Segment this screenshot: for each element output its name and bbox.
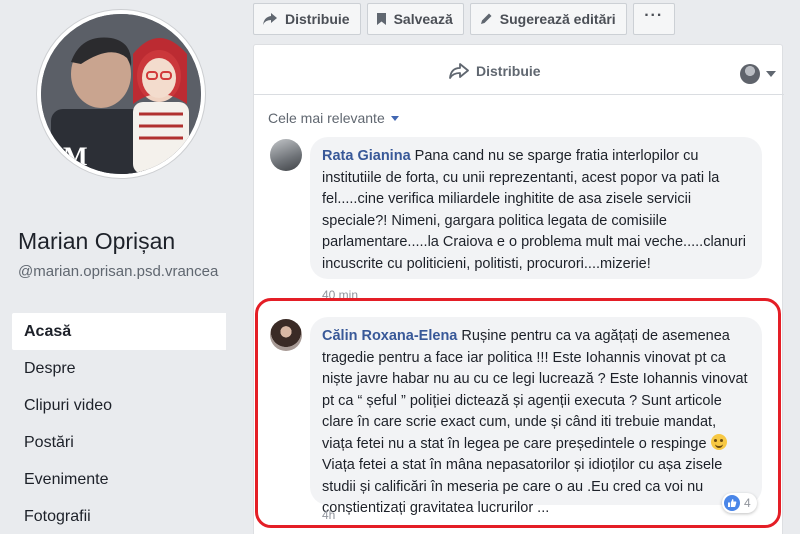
commenter-avatar[interactable]	[270, 139, 302, 171]
post-as-selector[interactable]	[740, 64, 776, 84]
comment-timestamp[interactable]: 4h	[322, 508, 335, 522]
comment-text: Pana cand nu se sparge fratia interlopil…	[322, 148, 746, 272]
comment-author[interactable]: Călin Roxana-Elena	[322, 328, 457, 344]
comment-sort-dropdown[interactable]: Cele mai relevante	[268, 110, 399, 126]
suggest-edits-label: Sugerează editări	[499, 11, 616, 27]
pencil-icon	[479, 12, 493, 26]
more-options-button[interactable]: ···	[632, 3, 675, 35]
commenter-avatar[interactable]	[270, 319, 302, 351]
reaction-count: 4	[744, 496, 751, 510]
avatar-monogram: M	[63, 142, 88, 171]
post-card: Distribuie Cele mai relevante Rata Giani…	[253, 44, 784, 534]
reaction-summary[interactable]: 4	[722, 493, 757, 513]
nav-item-clipuri-video[interactable]: Clipuri video	[12, 387, 226, 424]
page-sidebar: M Marian Oprișan @marian.oprisan.psd.vra…	[0, 0, 240, 534]
comment-sort-label: Cele mai relevante	[268, 110, 385, 126]
avatar: M	[41, 14, 201, 174]
nav-item-postari[interactable]: Postări	[12, 424, 226, 461]
comment-bubble: Călin Roxana-Elena Rușine pentru ca va a…	[310, 317, 762, 516]
post-share-button[interactable]: Distribuie	[449, 63, 541, 79]
post-actions-bar: Distribuie Salvează Sugerează editări ··…	[253, 3, 675, 35]
page-nav: Acasă Despre Clipuri video Postări Eveni…	[12, 313, 226, 534]
page-handle: @marian.oprisan.psd.vrancea	[18, 263, 219, 280]
save-button-label: Salvează	[393, 11, 453, 27]
nav-item-fotografii[interactable]: Fotografii	[12, 498, 226, 534]
post-share-row: Distribuie	[254, 59, 784, 95]
nav-item-acasa[interactable]: Acasă	[12, 313, 226, 350]
more-icon: ···	[644, 7, 664, 24]
caret-down-icon	[390, 115, 399, 121]
save-button[interactable]: Salvează	[366, 3, 464, 35]
nav-item-despre[interactable]: Despre	[12, 350, 226, 387]
profile-picture[interactable]: M	[37, 10, 205, 178]
smile-emoji-icon	[710, 433, 727, 450]
share-icon	[262, 12, 278, 26]
like-icon	[724, 495, 740, 511]
suggest-edits-button[interactable]: Sugerează editări	[469, 3, 627, 35]
comment-text: Rușine pentru ca va agățați de asemenea …	[322, 328, 748, 452]
page-title[interactable]: Marian Oprișan	[18, 228, 175, 255]
share-button[interactable]: Distribuie	[253, 3, 361, 35]
comment-text-continued: Viața fetei a stat în mâna nepasatorilor…	[322, 457, 723, 516]
nav-item-evenimente[interactable]: Evenimente	[12, 461, 226, 498]
comment-author[interactable]: Rata Gianina	[322, 148, 411, 164]
post-share-label: Distribuie	[476, 63, 541, 79]
comment-bubble: Rata Gianina Pana cand nu se sparge frat…	[310, 137, 762, 279]
share-button-label: Distribuie	[285, 11, 350, 27]
comment-timestamp[interactable]: 40 min	[322, 288, 358, 302]
share-icon	[449, 63, 469, 79]
caret-down-icon	[766, 71, 776, 77]
viewer-avatar	[740, 64, 760, 84]
bookmark-icon	[376, 12, 387, 26]
